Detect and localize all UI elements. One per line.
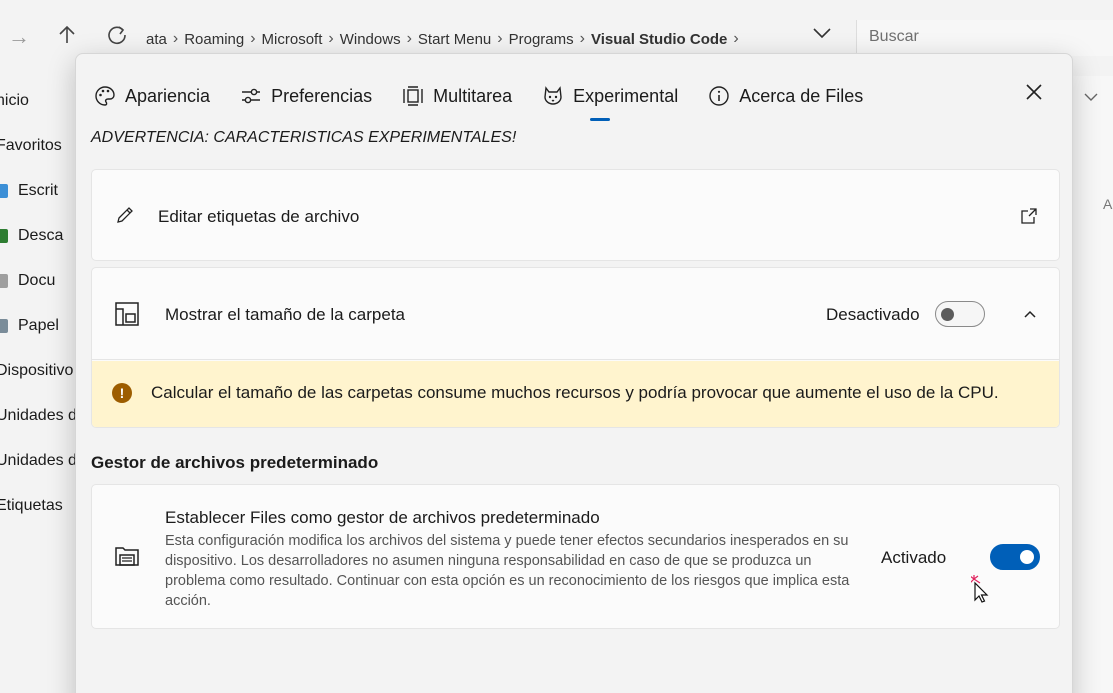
- folder-size-infobar: ! Calcular el tamaño de las carpetas con…: [92, 361, 1059, 427]
- file-manager-icon: [114, 543, 140, 569]
- edit-tags-card[interactable]: Editar etiquetas de archivo: [91, 169, 1060, 261]
- chevron-down-icon[interactable]: [1083, 90, 1099, 106]
- sidebar-item-documents[interactable]: Docu: [0, 272, 55, 290]
- chevron-down-icon[interactable]: [812, 26, 832, 45]
- downloads-folder-icon: [0, 228, 8, 243]
- breadcrumb-item[interactable]: Roaming: [178, 31, 250, 48]
- mouse-pointer-icon: [969, 573, 997, 608]
- breadcrumb: ata › Roaming › Microsoft › Windows › Start …: [140, 26, 739, 52]
- sidebar-item-downloads[interactable]: Desca: [0, 227, 63, 245]
- cat-icon: [542, 85, 564, 107]
- settings-tabs: Apariencia Preferencias Multitarea Exper…: [94, 76, 893, 121]
- sidebar-item-recycle-bin[interactable]: Papel: [0, 317, 59, 335]
- breadcrumb-item[interactable]: ata: [140, 31, 173, 48]
- default-manager-state: Activado: [881, 548, 947, 567]
- toggle-knob: [1020, 550, 1034, 564]
- open-external-icon[interactable]: [1019, 206, 1039, 226]
- sidebar-item-cloud-drives[interactable]: Unidades d: [0, 452, 76, 470]
- forward-arrow-icon[interactable]: →: [8, 24, 30, 50]
- chevron-up-icon[interactable]: [1018, 302, 1042, 326]
- up-arrow-icon[interactable]: [56, 24, 78, 52]
- folder-size-label: Mostrar el tamaño de la carpeta: [165, 305, 406, 324]
- explorer-details-pane: A: [1073, 76, 1113, 693]
- sidebar-item-desktop[interactable]: Escrit: [0, 182, 58, 200]
- close-icon: [1026, 84, 1042, 100]
- tab-preferences[interactable]: Preferencias: [240, 81, 372, 111]
- explorer-sidebar: nicio Favoritos Escrit Desca Docu Papel …: [0, 76, 76, 693]
- tab-experimental[interactable]: Experimental: [542, 81, 678, 121]
- sidebar-item-devices[interactable]: Dispositivo: [0, 362, 73, 380]
- breadcrumb-item[interactable]: Programs: [503, 31, 580, 48]
- pencil-icon: [114, 204, 136, 226]
- documents-folder-icon: [0, 273, 8, 288]
- desktop-folder-icon: [0, 183, 8, 198]
- breadcrumb-item[interactable]: Start Menu: [412, 31, 497, 48]
- edit-tags-label: Editar etiquetas de archivo: [158, 207, 360, 226]
- folder-size-card: Mostrar el tamaño de la carpeta Desactiv…: [91, 267, 1060, 428]
- sidebar-item-network-drives[interactable]: Unidades d: [0, 407, 76, 425]
- folder-size-info-text: Calcular el tamaño de las carpetas consu…: [151, 383, 999, 402]
- sliders-icon: [240, 85, 262, 107]
- sidebar-item-favorites[interactable]: Favoritos: [0, 137, 62, 155]
- breadcrumb-item-current[interactable]: Visual Studio Code: [585, 31, 733, 48]
- refresh-icon[interactable]: [106, 24, 128, 52]
- folder-size-icon: [114, 301, 140, 327]
- sidebar-item-home[interactable]: nicio: [0, 92, 29, 110]
- settings-dialog: Apariencia Preferencias Multitarea Exper…: [75, 53, 1073, 693]
- folder-size-state: Desactivado: [826, 305, 920, 324]
- default-manager-toggle[interactable]: [990, 544, 1040, 570]
- warning-icon: !: [112, 383, 132, 403]
- palette-icon: [94, 85, 116, 107]
- info-icon: [708, 85, 730, 107]
- sidebar-item-tags[interactable]: Etiquetas: [0, 497, 63, 515]
- folder-size-header[interactable]: Mostrar el tamaño de la carpeta Desactiv…: [92, 268, 1059, 360]
- column-letter: A: [1103, 196, 1113, 212]
- recycle-bin-icon: [0, 318, 8, 333]
- breadcrumb-item[interactable]: Windows: [334, 31, 407, 48]
- default-manager-card: Establecer Files como gestor de archivos…: [91, 484, 1060, 629]
- experimental-warning: ADVERTENCIA: CARACTERISTICAS EXPERIMENTA…: [91, 129, 517, 146]
- multitask-icon: [402, 85, 424, 107]
- tab-about[interactable]: Acerca de Files: [708, 81, 863, 111]
- tab-multitasking[interactable]: Multitarea: [402, 81, 512, 111]
- default-manager-description: Esta configuración modifica los archivos…: [165, 533, 850, 609]
- toggle-knob: [941, 308, 954, 321]
- tab-appearance[interactable]: Apariencia: [94, 81, 210, 111]
- close-button[interactable]: [1020, 78, 1048, 106]
- folder-size-toggle[interactable]: [935, 301, 985, 327]
- default-manager-title: Establecer Files como gestor de archivos…: [165, 508, 600, 527]
- search-input[interactable]: Buscar: [856, 20, 1113, 56]
- breadcrumb-item[interactable]: Microsoft: [256, 31, 329, 48]
- default-manager-heading: Gestor de archivos predeterminado: [91, 453, 379, 472]
